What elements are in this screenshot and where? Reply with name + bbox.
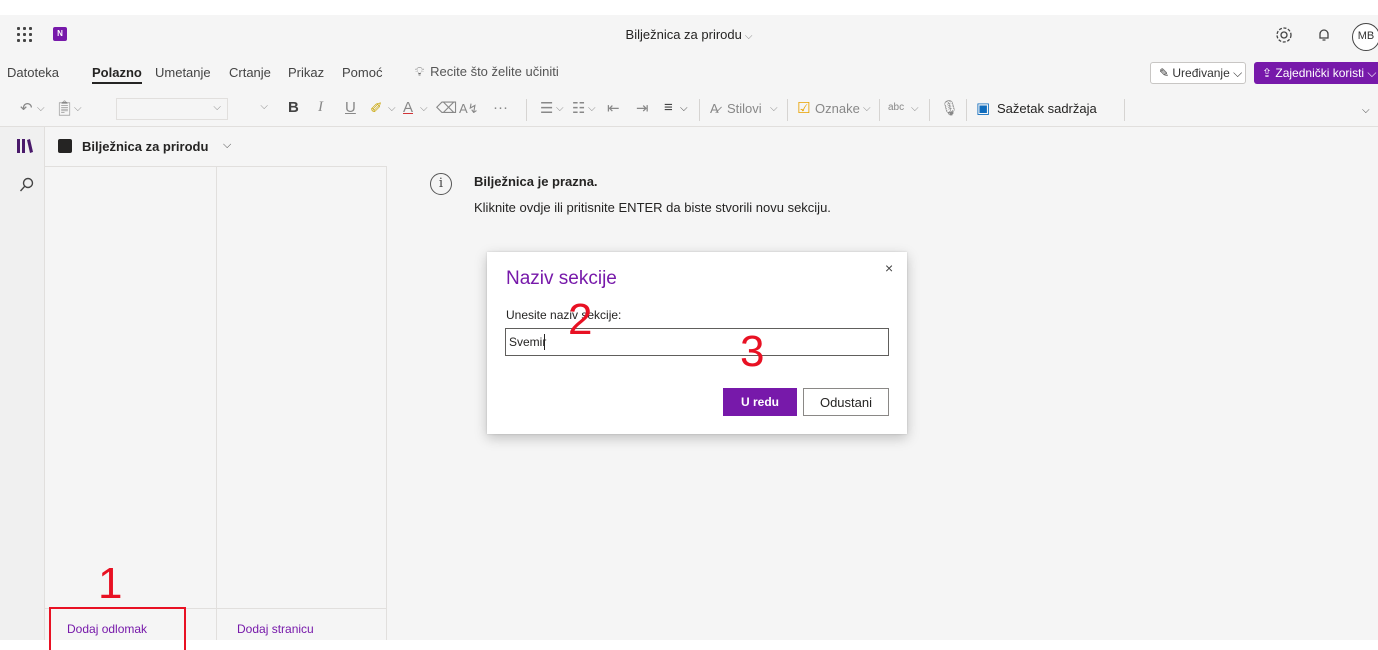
navigation-rail: [0, 127, 45, 640]
avatar[interactable]: MB: [1352, 23, 1378, 51]
divider: [929, 99, 930, 121]
divider: [526, 99, 527, 121]
editing-mode-label: Uređivanje: [1172, 66, 1230, 80]
editing-mode-button[interactable]: ✎ Uređivanje ⌵: [1150, 62, 1246, 84]
notebook-selector[interactable]: Bilježnica za prirodu ⌵: [45, 127, 387, 167]
chevron-down-icon[interactable]: ⌵: [556, 103, 564, 114]
dialog-title: Naziv sekcije: [506, 268, 617, 289]
notebook-name: Bilježnica za prirodu: [82, 139, 209, 154]
align-icon[interactable]: ≡: [664, 99, 673, 116]
microphone-icon[interactable]: 🎙︎: [940, 99, 959, 117]
tab-pomoc[interactable]: Pomoć: [342, 65, 382, 80]
cancel-button[interactable]: Odustani: [803, 388, 889, 416]
divider: [1124, 99, 1125, 121]
tab-datoteka[interactable]: Datoteka: [7, 65, 59, 80]
styles-icon[interactable]: A↯: [459, 101, 479, 117]
highlighter-icon[interactable]: ✐: [370, 99, 383, 117]
create-section-hint[interactable]: Kliknite ovdje ili pritisnite ENTER da b…: [474, 200, 831, 215]
chevron-down-icon[interactable]: ⌵: [37, 103, 45, 114]
tab-umetanje[interactable]: Umetanje: [155, 65, 211, 80]
styles-icon[interactable]: A̷: [710, 101, 719, 116]
bell-icon[interactable]: [1314, 25, 1334, 45]
add-page-button[interactable]: Dodaj stranicu: [237, 622, 314, 636]
chevron-down-icon: ⌵: [1229, 66, 1243, 80]
tab-polazno[interactable]: Polazno: [92, 65, 142, 84]
decrease-indent-icon[interactable]: ⇤: [607, 99, 620, 117]
chevron-down-icon[interactable]: ⌵: [420, 103, 428, 114]
spelling-icon[interactable]: abc: [888, 102, 904, 113]
tell-me-search[interactable]: 💡︎ Recite što želite učiniti: [415, 64, 559, 80]
share-button[interactable]: ⇪ Zajednički koristi ⌵: [1254, 62, 1378, 84]
text-caret: [544, 334, 545, 350]
sections-list: [45, 167, 217, 640]
divider: [879, 99, 880, 121]
increase-indent-icon[interactable]: ⇥: [636, 99, 649, 117]
chevron-down-icon[interactable]: ⌵: [1362, 105, 1370, 116]
section-name-input[interactable]: [505, 328, 889, 356]
menu-bar: Datoteka Polazno Umetanje Crtanje Prikaz…: [0, 55, 1378, 91]
divider: [966, 99, 967, 121]
bullet-list-icon[interactable]: ☰: [540, 99, 553, 117]
font-size-select[interactable]: ⌵: [234, 98, 274, 120]
divider: [699, 99, 700, 121]
clear-formatting-icon[interactable]: ⌫: [436, 99, 457, 117]
ok-button[interactable]: U redu: [723, 388, 797, 416]
onenote-app: N Bilježnica za prirodu ⌵ MB Datoteka Pol…: [0, 15, 1378, 640]
chevron-down-icon: ⌵: [260, 101, 268, 112]
chevron-down-icon: ⌵: [213, 102, 221, 113]
chevron-down-icon[interactable]: ⌵: [74, 103, 82, 114]
underline-button[interactable]: U: [345, 99, 356, 116]
annotation-step-3: 3: [740, 327, 765, 376]
notebook-icon: [58, 139, 72, 153]
chevron-down-icon[interactable]: ⌵: [770, 103, 778, 114]
share-label: Zajednički koristi: [1275, 66, 1365, 80]
chevron-down-icon[interactable]: ⌵: [911, 103, 919, 114]
share-icon: ⇪: [1262, 66, 1276, 80]
lightbulb-icon: 💡︎: [415, 64, 425, 79]
chevron-down-icon: ⌵: [1364, 66, 1377, 80]
notebooks-library-icon[interactable]: [17, 139, 33, 153]
tell-me-text: Recite što želite učiniti: [430, 64, 559, 79]
pencil-icon: ✎: [1159, 66, 1173, 80]
bold-button[interactable]: B: [288, 99, 299, 116]
summary-icon[interactable]: ▣: [976, 99, 990, 117]
styles-button[interactable]: Stilovi: [727, 101, 762, 116]
more-options-button[interactable]: ···: [493, 99, 508, 116]
section-name-label: Unesite naziv sekcije:: [506, 308, 622, 322]
notebook-title[interactable]: Bilježnica za prirodu ⌵: [0, 27, 1378, 42]
font-color-button[interactable]: A: [403, 99, 413, 116]
font-family-select[interactable]: ⌵: [116, 98, 228, 120]
pages-list: [217, 167, 387, 640]
chevron-down-icon[interactable]: ⌵: [863, 103, 871, 114]
section-name-dialog: × Naziv sekcije Unesite naziv sekcije: U…: [487, 252, 907, 434]
annotation-step-2: 2: [568, 295, 593, 344]
tab-crtanje[interactable]: Crtanje: [229, 65, 271, 80]
divider: [787, 99, 788, 121]
clipboard-icon[interactable]: 📋︎: [55, 99, 74, 117]
chevron-down-icon: ⌵: [744, 31, 753, 42]
notebook-title-text: Bilježnica za prirodu: [625, 27, 742, 42]
annotation-step-1: 1: [98, 559, 123, 608]
title-bar: N Bilježnica za prirodu ⌵ MB: [0, 15, 1378, 55]
content-summary-button[interactable]: Sažetak sadržaja: [997, 101, 1097, 116]
chevron-down-icon[interactable]: ⌵: [388, 103, 396, 114]
numbered-list-icon[interactable]: ☷: [572, 99, 585, 117]
chevron-down-icon: ⌵: [223, 139, 232, 151]
tags-button[interactable]: Oznake: [815, 101, 860, 116]
close-icon[interactable]: ×: [885, 260, 893, 276]
tab-prikaz[interactable]: Prikaz: [288, 65, 324, 80]
tag-star-icon[interactable]: ☑: [797, 99, 810, 117]
ribbon-toolbar: ↶ ⌵ 📋︎ ⌵ ⌵ ⌵ B I U ✐ ⌵ A ⌵ ⌫ A↯ ··· ☰ ⌵ …: [0, 91, 1378, 127]
undo-icon[interactable]: ↶: [20, 99, 33, 117]
chevron-down-icon[interactable]: ⌵: [588, 103, 596, 114]
settings-gear-icon[interactable]: [1274, 25, 1294, 45]
annotation-highlight-box: [49, 607, 186, 650]
chevron-down-icon[interactable]: ⌵: [680, 103, 688, 114]
italic-button[interactable]: I: [318, 99, 323, 116]
empty-notebook-title: Bilježnica je prazna.: [474, 174, 598, 189]
search-icon[interactable]: [19, 177, 35, 193]
info-icon: i: [430, 173, 452, 195]
